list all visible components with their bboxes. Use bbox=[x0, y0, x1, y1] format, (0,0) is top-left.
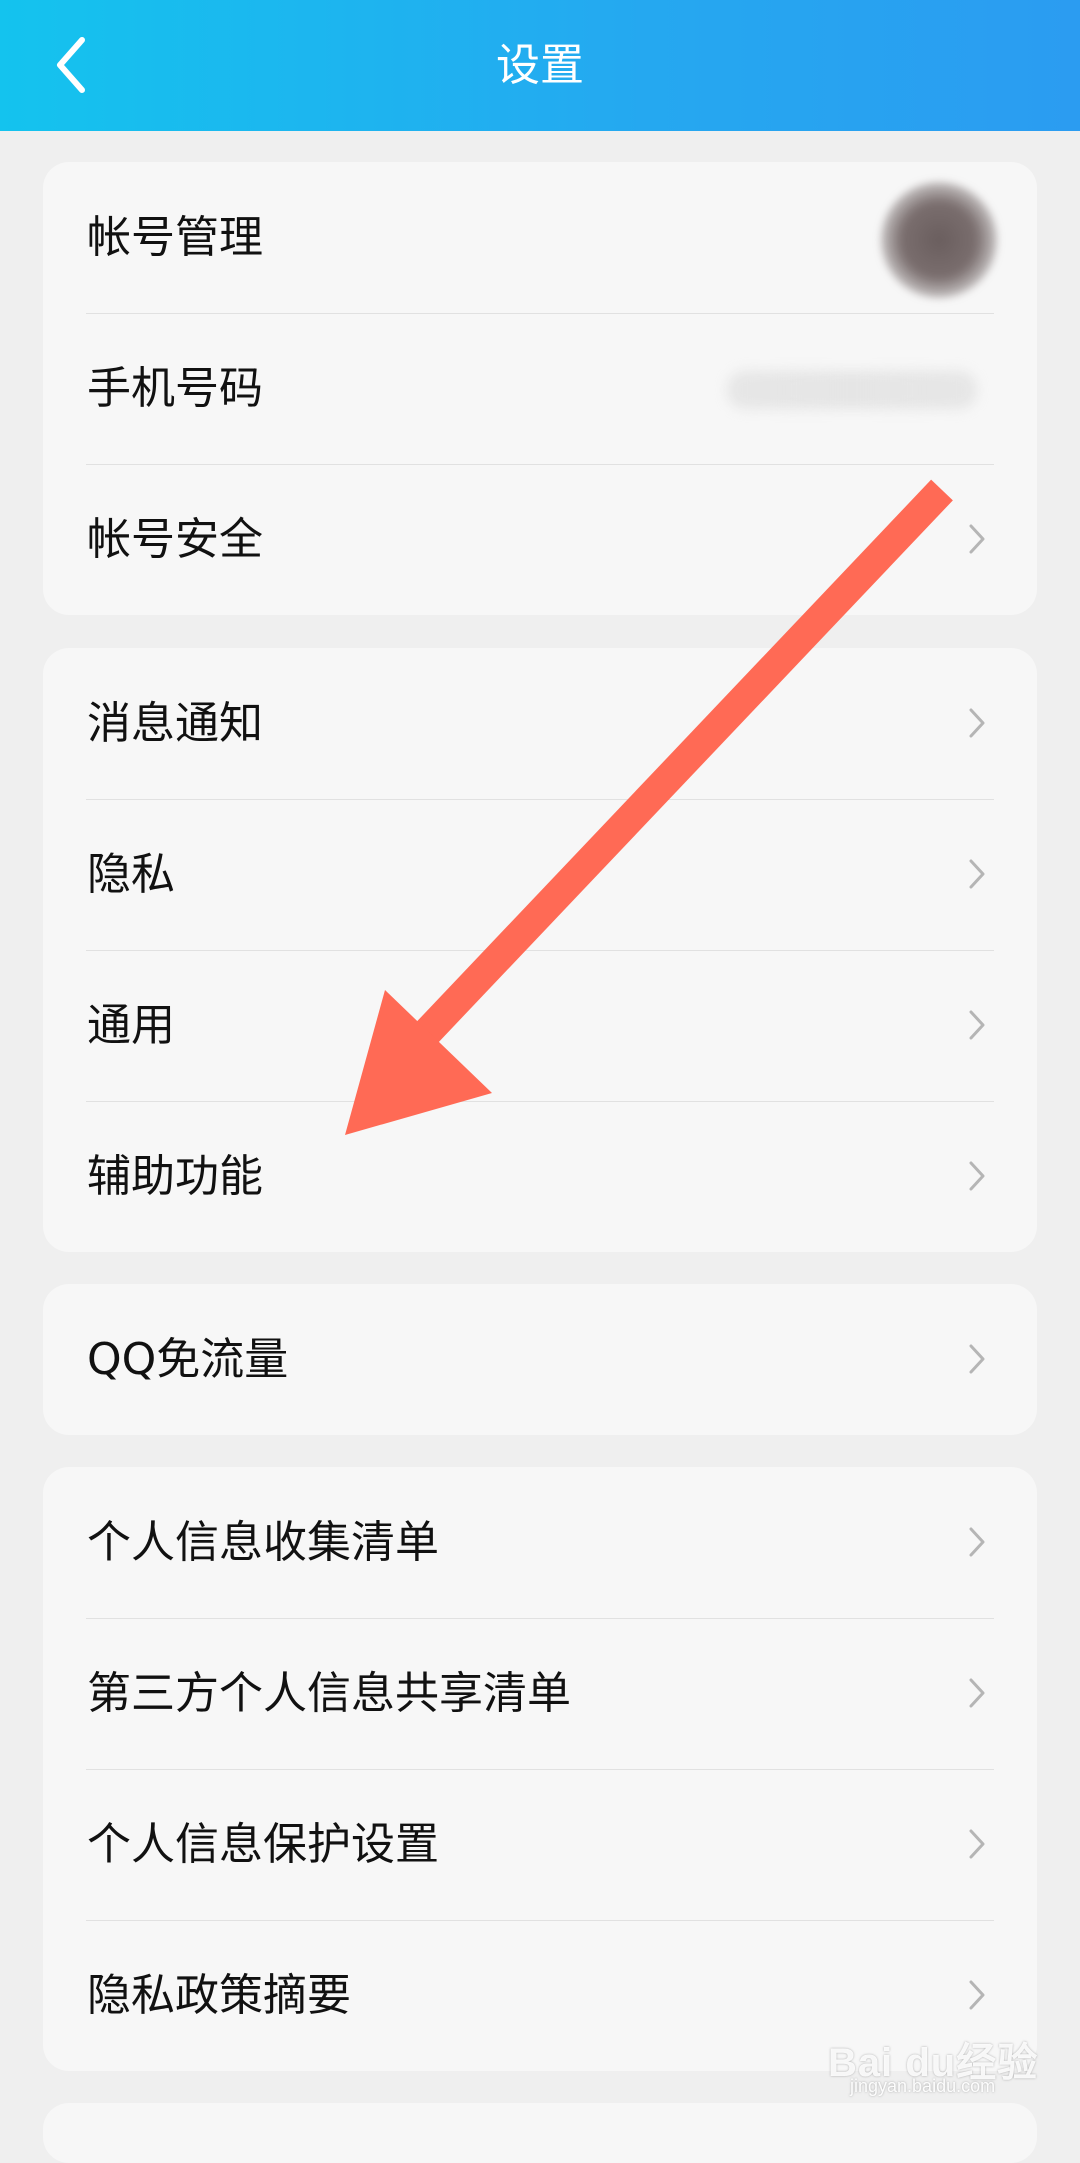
chevron-right-icon bbox=[969, 1678, 985, 1708]
page-title: 设置 bbox=[496, 40, 584, 91]
chevron-right-icon bbox=[969, 1010, 985, 1040]
accessibility-item[interactable]: 辅助功能 bbox=[43, 1101, 1037, 1252]
personal-info-collection-item[interactable]: 个人信息收集清单 bbox=[43, 1467, 1037, 1618]
third-party-sharing-item[interactable]: 第三方个人信息共享清单 bbox=[43, 1618, 1037, 1769]
chevron-right-icon bbox=[969, 1527, 985, 1557]
personal-info-group: 个人信息收集清单 第三方个人信息共享清单 个人信息保护设置 隐私政策摘要 bbox=[43, 1467, 1037, 2071]
chevron-right-icon bbox=[969, 1344, 985, 1374]
message-notification-item[interactable]: 消息通知 bbox=[43, 648, 1037, 799]
phone-number-item[interactable]: 手机号码 bbox=[43, 313, 1037, 464]
privacy-policy-summary-item[interactable]: 隐私政策摘要 bbox=[43, 1920, 1037, 2071]
chevron-right-icon bbox=[969, 859, 985, 889]
chevron-right-icon bbox=[969, 524, 985, 554]
watermark-url: jingyan.baidu.com bbox=[850, 2076, 996, 2096]
avatar bbox=[881, 182, 997, 298]
account-management-item[interactable]: 帐号管理 bbox=[43, 162, 1037, 313]
next-group-partial bbox=[43, 2103, 1037, 2163]
item-label: QQ免流量 bbox=[87, 1334, 289, 1385]
chevron-right-icon bbox=[969, 708, 985, 738]
item-label: 帐号安全 bbox=[87, 514, 263, 565]
general-item[interactable]: 通用 bbox=[43, 950, 1037, 1101]
item-label: 隐私 bbox=[87, 849, 175, 900]
general-group: 消息通知 隐私 通用 辅助功能 bbox=[43, 648, 1037, 1252]
header-bar: 设置 bbox=[0, 0, 1080, 131]
item-label: 手机号码 bbox=[87, 363, 263, 414]
privacy-item[interactable]: 隐私 bbox=[43, 799, 1037, 950]
chevron-right-icon bbox=[969, 1161, 985, 1191]
item-label: 消息通知 bbox=[87, 698, 263, 749]
personal-info-protection-item[interactable]: 个人信息保护设置 bbox=[43, 1769, 1037, 1920]
chevron-right-icon bbox=[969, 1829, 985, 1859]
item-label: 个人信息收集清单 bbox=[87, 1517, 439, 1568]
account-group: 帐号管理 手机号码 帐号安全 bbox=[43, 162, 1037, 615]
qq-free-data-item[interactable]: QQ免流量 bbox=[43, 1284, 1037, 1435]
item-label: 辅助功能 bbox=[87, 1151, 263, 1202]
account-security-item[interactable]: 帐号安全 bbox=[43, 464, 1037, 615]
item-label: 第三方个人信息共享清单 bbox=[87, 1668, 571, 1719]
item-label: 通用 bbox=[87, 1000, 175, 1051]
item-label: 帐号管理 bbox=[87, 212, 263, 263]
item-label: 个人信息保护设置 bbox=[87, 1819, 439, 1870]
data-saver-group: QQ免流量 bbox=[43, 1284, 1037, 1435]
phone-number-value-blurred bbox=[727, 371, 977, 409]
item-label: 隐私政策摘要 bbox=[87, 1970, 351, 2021]
chevron-right-icon bbox=[969, 1980, 985, 2010]
